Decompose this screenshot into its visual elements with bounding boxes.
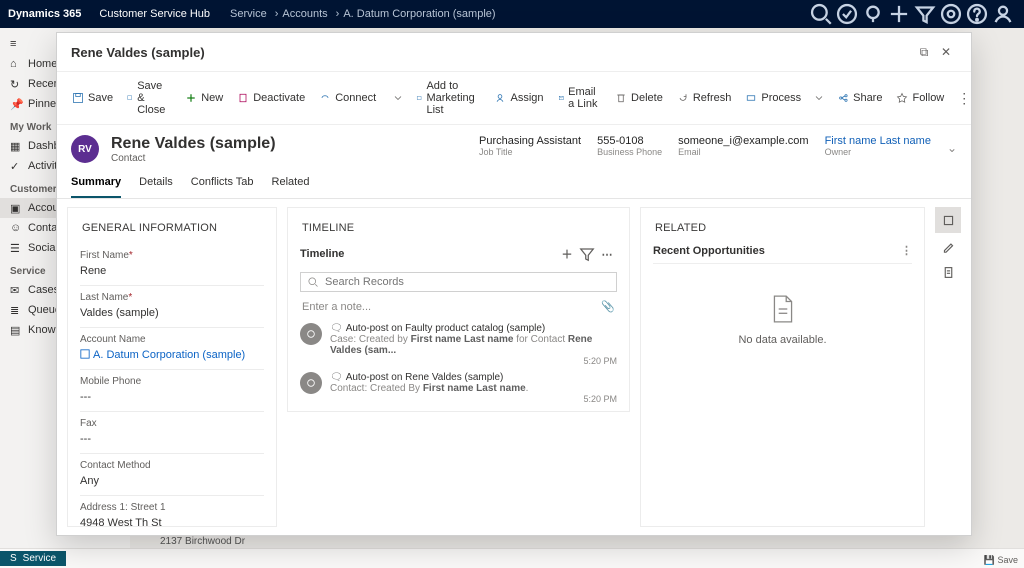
follow-button[interactable]: Follow [889, 88, 951, 108]
timeline-subtitle: Timeline [300, 248, 344, 260]
form-tabs: Summary Details Conflicts Tab Related [57, 170, 971, 199]
add-icon[interactable]: ＋ [557, 244, 577, 264]
rail-assistant-icon[interactable] [935, 207, 961, 233]
command-bar: Save Save & Close New Deactivate Connect… [57, 72, 971, 125]
header-field-email[interactable]: someone_i@example.comEmail [678, 135, 808, 157]
plus-icon[interactable] [886, 0, 912, 28]
tab-summary[interactable]: Summary [71, 170, 121, 198]
system-icon [300, 323, 322, 345]
filter-icon[interactable] [912, 0, 938, 28]
field-fax[interactable]: Fax --- [80, 412, 264, 454]
record-modal: Rene Valdes (sample) ⧉ ✕ Save Save & Clo… [56, 32, 972, 536]
record-name: Rene Valdes (sample) [111, 135, 276, 153]
connect-dropdown[interactable] [387, 88, 409, 108]
note-icon: 🗨 [330, 372, 343, 383]
assign-button[interactable]: Assign [487, 88, 550, 108]
user-icon[interactable] [990, 0, 1016, 28]
email-link-button[interactable]: Email a Link [551, 82, 609, 114]
breadcrumb[interactable]: Accounts [282, 8, 327, 20]
search-icon[interactable] [808, 0, 834, 28]
save-button[interactable]: Save [65, 88, 120, 108]
note-icon: 🗨 [330, 323, 343, 334]
tab-conflicts[interactable]: Conflicts Tab [191, 170, 254, 198]
process-dropdown[interactable] [808, 88, 830, 108]
section-title: GENERAL INFORMATION [80, 218, 264, 244]
search-icon [307, 276, 319, 288]
rail-doc-icon[interactable] [935, 259, 961, 285]
breadcrumb[interactable]: A. Datum Corporation (sample) [343, 8, 495, 20]
modal-header: Rene Valdes (sample) ⧉ ✕ [57, 33, 971, 72]
refresh-button[interactable]: Refresh [670, 88, 739, 108]
header-field-jobtitle[interactable]: Purchasing AssistantJob Title [479, 135, 581, 157]
gear-icon[interactable] [938, 0, 964, 28]
rail-edit-icon[interactable] [935, 233, 961, 259]
connect-button[interactable]: Connect [312, 88, 383, 108]
global-nav: Dynamics 365 Customer Service Hub Servic… [0, 0, 1024, 28]
bottom-bar: SService [0, 548, 1024, 568]
tab-related[interactable]: Related [272, 170, 310, 198]
general-info-section: GENERAL INFORMATION First Name* Rene Las… [67, 207, 277, 527]
field-firstname[interactable]: First Name* Rene [80, 244, 264, 286]
section-title: TIMELINE [300, 218, 617, 244]
filter-icon[interactable] [577, 244, 597, 264]
breadcrumb[interactable]: Service [230, 8, 267, 20]
timeline-search-input[interactable] [325, 276, 610, 288]
field-mobile[interactable]: Mobile Phone --- [80, 370, 264, 412]
section-title: RELATED [653, 218, 912, 244]
no-data-placeholder: No data available. [653, 274, 912, 516]
related-section: RELATED Recent Opportunities ⋮ No data a… [640, 207, 925, 527]
tab-details[interactable]: Details [139, 170, 173, 198]
lightbulb-icon[interactable] [860, 0, 886, 28]
attachment-icon[interactable]: 📎 [601, 300, 615, 313]
task-icon[interactable] [834, 0, 860, 28]
popout-icon[interactable]: ⧉ [913, 41, 935, 63]
assistant-rail [935, 207, 961, 527]
deactivate-button[interactable]: Deactivate [230, 88, 312, 108]
related-subtitle: Recent Opportunities [653, 245, 765, 257]
more-icon[interactable]: ⋮ [901, 244, 912, 257]
record-type: Contact [111, 153, 276, 164]
field-lastname[interactable]: Last Name* Valdes (sample) [80, 286, 264, 328]
timeline-section: TIMELINE Timeline ＋ ⋯ Enter a note... 📎 [287, 207, 630, 412]
area-switcher[interactable]: SService [0, 551, 66, 566]
bg-row-addr: 2137 Birchwood Dr [160, 536, 245, 547]
more-commands-icon[interactable]: ⋮ [951, 86, 977, 111]
header-field-owner[interactable]: First name Last nameOwner [825, 135, 931, 157]
add-marketing-button[interactable]: Add to Marketing List [409, 76, 487, 120]
timeline-search[interactable] [300, 272, 617, 292]
timeline-note-input[interactable]: Enter a note... 📎 [300, 292, 617, 323]
save-close-button[interactable]: Save & Close [120, 76, 178, 120]
timeline-item[interactable]: 🗨Auto-post on Faulty product catalog (sa… [300, 323, 617, 366]
field-contactmethod[interactable]: Contact Method Any [80, 454, 264, 496]
help-icon[interactable] [964, 0, 990, 28]
module-name[interactable]: Customer Service Hub [99, 8, 210, 20]
field-address1[interactable]: Address 1: Street 1 4948 West Th St [80, 496, 264, 527]
close-icon[interactable]: ✕ [935, 41, 957, 63]
avatar: RV [71, 135, 99, 163]
process-button[interactable]: Process [738, 88, 808, 108]
delete-button[interactable]: Delete [608, 88, 670, 108]
field-accountname[interactable]: Account Name A. Datum Corporation (sampl… [80, 328, 264, 370]
new-button[interactable]: New [178, 88, 230, 108]
system-icon [300, 372, 322, 394]
modal-title: Rene Valdes (sample) [71, 45, 205, 60]
share-button[interactable]: Share [830, 88, 889, 108]
record-header: RV Rene Valdes (sample) Contact Purchasi… [57, 125, 971, 170]
brand: Dynamics 365 [8, 8, 81, 20]
chevron-down-icon[interactable]: ⌄ [947, 135, 957, 155]
more-icon[interactable]: ⋯ [597, 244, 617, 264]
save-indicator[interactable]: 💾 Save [984, 555, 1018, 566]
timeline-item[interactable]: 🗨Auto-post on Rene Valdes (sample) Conta… [300, 372, 617, 404]
file-icon [770, 294, 796, 324]
header-field-businessphone[interactable]: 555-0108Business Phone [597, 135, 662, 157]
